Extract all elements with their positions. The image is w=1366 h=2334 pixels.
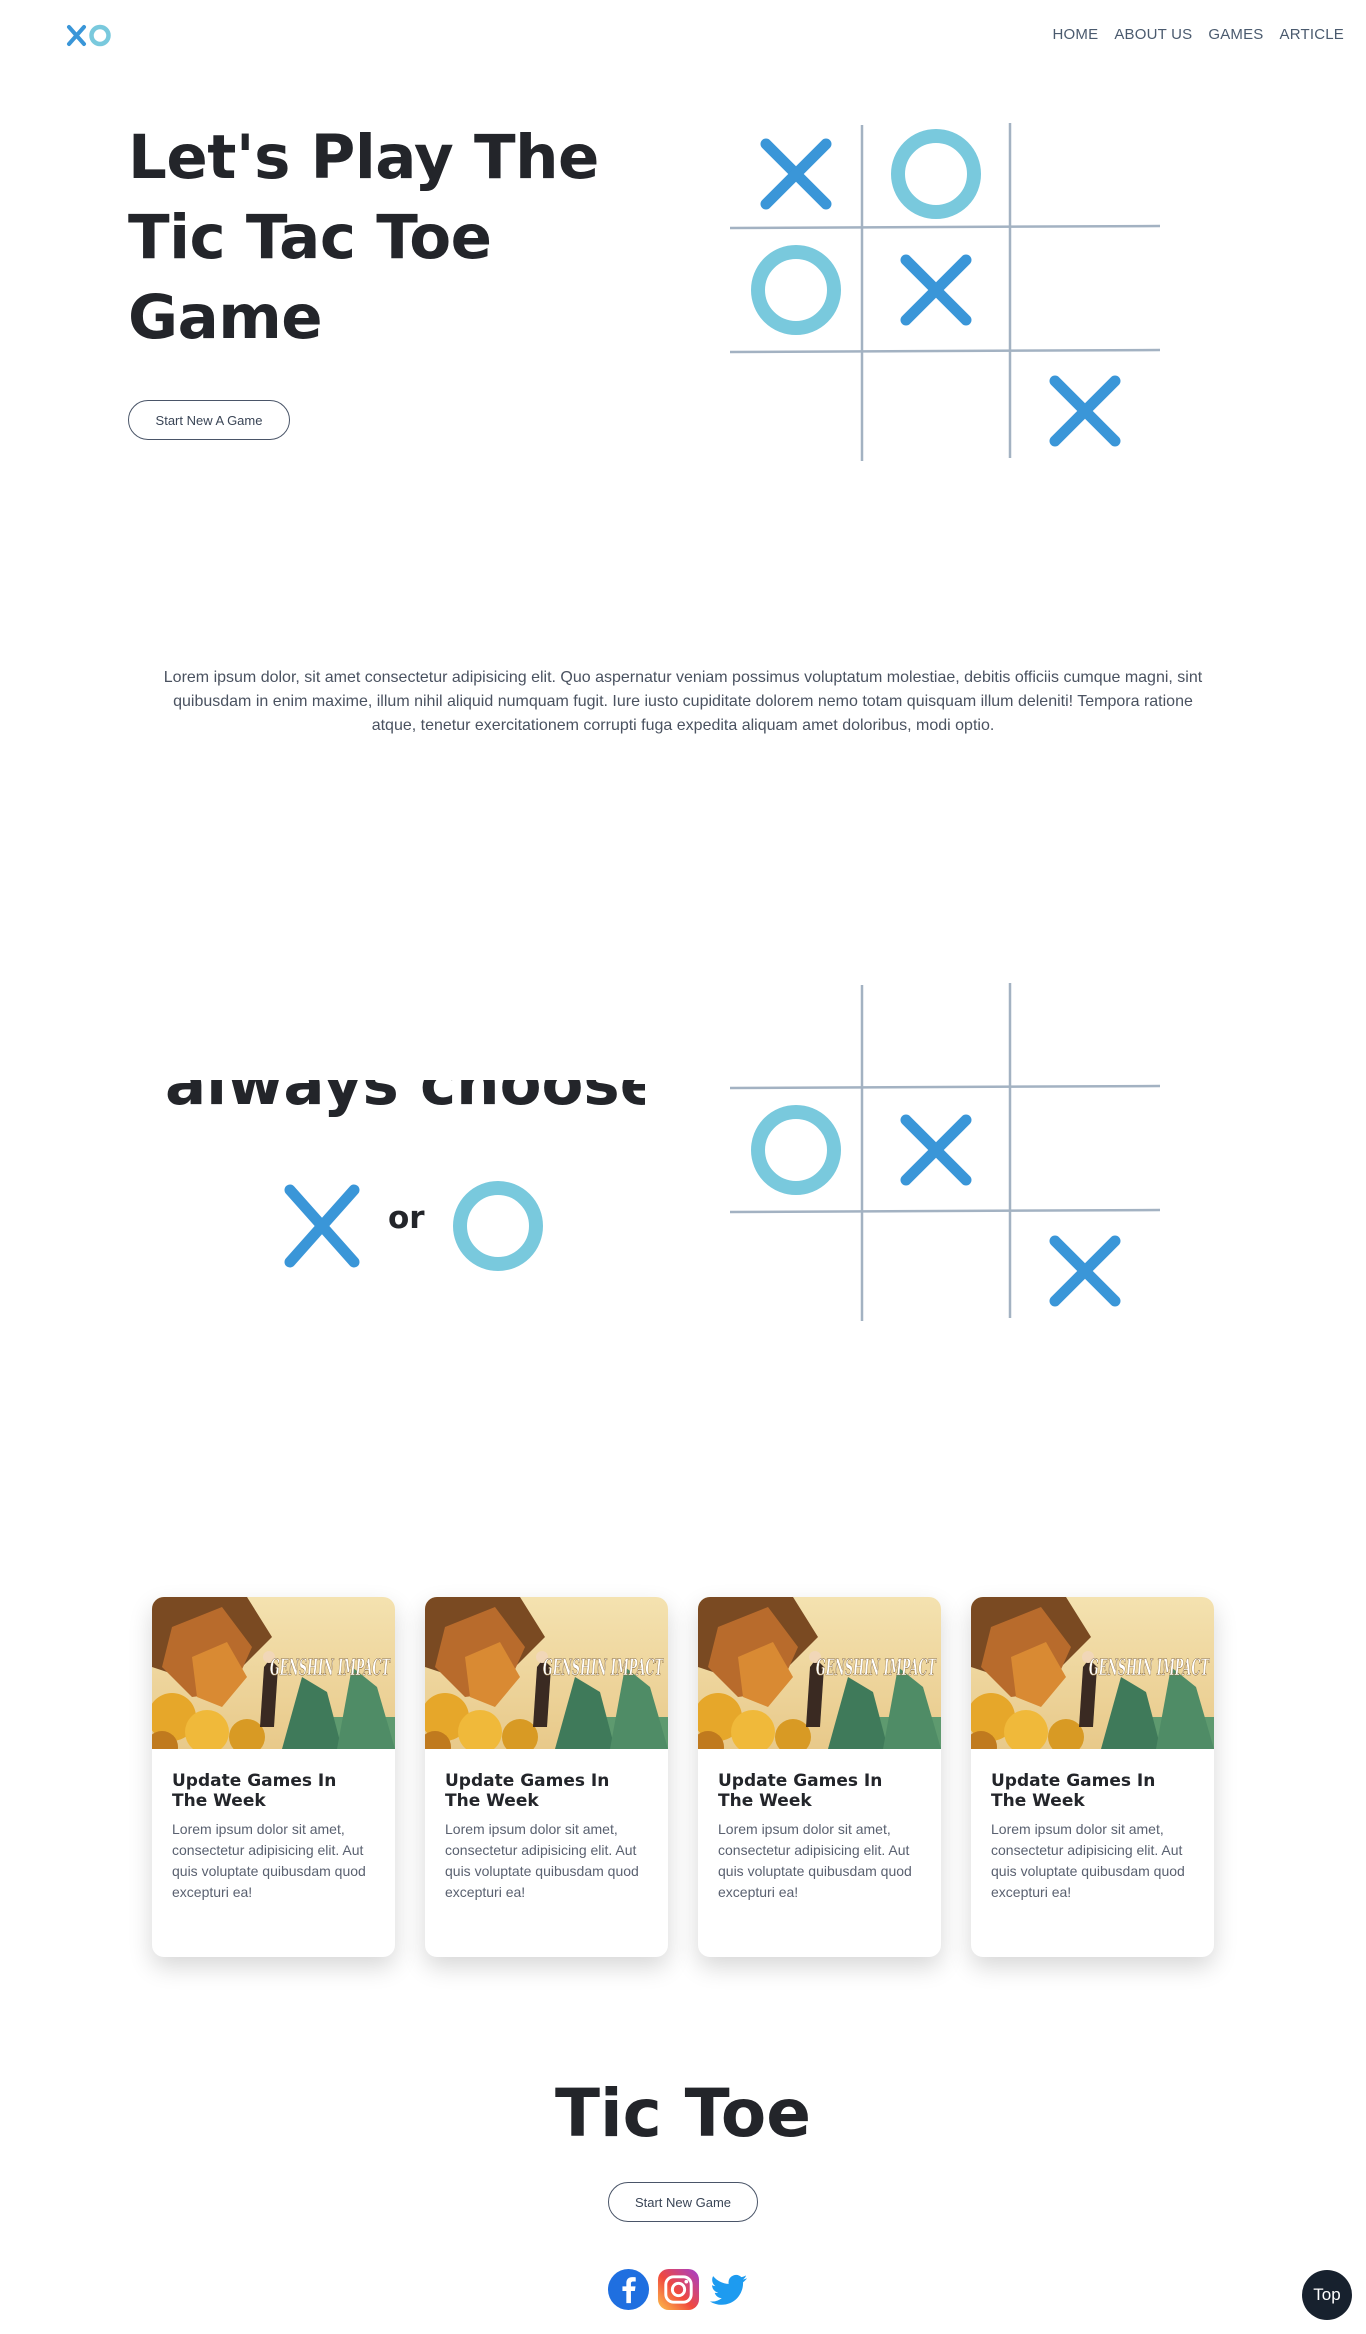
empty-cell[interactable] — [866, 354, 1006, 464]
empty-cell[interactable] — [1014, 1090, 1156, 1206]
o-mark-icon[interactable] — [751, 245, 841, 335]
card-description: Lorem ipsum dolor sit amet, consectetur … — [445, 1821, 639, 1900]
empty-cell[interactable] — [1014, 230, 1156, 346]
empty-cell[interactable] — [866, 982, 1006, 1082]
facebook-icon[interactable] — [607, 2268, 650, 2311]
card-image-logo-text: GENSHIN IMPACT — [816, 1655, 937, 1681]
card-image: GENSHIN IMPACT — [698, 1597, 941, 1749]
start-new-game-button[interactable]: Start New A Game — [128, 400, 290, 440]
empty-cell[interactable] — [734, 354, 858, 464]
grid-line-horizontal — [730, 1084, 1161, 1090]
instagram-icon[interactable] — [657, 2268, 700, 2311]
footer-start-new-game-button[interactable]: Start New Game — [608, 2182, 758, 2222]
game-cards: GENSHIN IMPACT Update Games In The Week Lo… — [152, 1597, 1214, 1957]
game-card[interactable]: GENSHIN IMPACT Update Games In The Week Lo… — [425, 1597, 668, 1957]
card-title: Update Games In The Week — [991, 1771, 1156, 1811]
intro-paragraph: Lorem ipsum dolor, sit amet consectetur … — [163, 669, 1203, 734]
o-mark-icon[interactable] — [751, 1105, 841, 1195]
x-mark-icon[interactable] — [1049, 1235, 1121, 1307]
back-to-top-button[interactable]: Top — [1302, 2270, 1352, 2320]
card-description: Lorem ipsum dolor sit amet, consectetur … — [991, 1821, 1185, 1900]
card-image-logo-text: GENSHIN IMPACT — [543, 1655, 664, 1681]
nav-article-link[interactable]: ARTICLE — [1280, 26, 1344, 43]
card-title: Update Games In The Week — [445, 1771, 610, 1811]
card-image: GENSHIN IMPACT — [152, 1597, 395, 1749]
x-mark-icon[interactable] — [1049, 375, 1121, 447]
twitter-icon[interactable] — [707, 2268, 750, 2311]
x-mark-icon[interactable] — [760, 138, 832, 210]
empty-cell[interactable] — [866, 1214, 1006, 1324]
grid-line-horizontal — [730, 1208, 1161, 1214]
xo-logo-icon[interactable] — [66, 22, 114, 50]
x-mark-icon[interactable] — [900, 254, 972, 326]
card-title: Update Games In The Week — [172, 1771, 337, 1811]
game-card[interactable]: GENSHIN IMPACT Update Games In The Week Lo… — [698, 1597, 941, 1957]
choose-tic-tac-toe-board — [730, 982, 1161, 1324]
game-card[interactable]: GENSHIN IMPACT Update Games In The Week Lo… — [971, 1597, 1214, 1957]
grid-line-horizontal — [730, 348, 1161, 354]
nav-games-link[interactable]: GAMES — [1208, 26, 1263, 43]
empty-cell[interactable] — [734, 1214, 858, 1324]
card-title: Update Games In The Week — [718, 1771, 883, 1811]
o-mark-icon[interactable] — [891, 129, 981, 219]
empty-cell[interactable] — [1014, 122, 1156, 222]
social-links — [607, 2268, 750, 2311]
card-image: GENSHIN IMPACT — [425, 1597, 668, 1749]
empty-cell[interactable] — [1014, 982, 1156, 1082]
game-card[interactable]: GENSHIN IMPACT Update Games In The Week Lo… — [152, 1597, 395, 1957]
card-image-logo-text: GENSHIN IMPACT — [1089, 1655, 1210, 1681]
hero-tic-tac-toe-board — [730, 122, 1161, 464]
choose-heading-text: always choose? — [165, 1080, 645, 1119]
choose-heading: always choose? — [165, 1080, 645, 1128]
choose-o-icon[interactable] — [453, 1181, 543, 1271]
card-image-logo-text: GENSHIN IMPACT — [270, 1655, 391, 1681]
nav-about-us-link[interactable]: ABOUT US — [1114, 26, 1192, 43]
card-description: Lorem ipsum dolor sit amet, consectetur … — [718, 1821, 912, 1900]
nav-home-link[interactable]: HOME — [1053, 26, 1099, 43]
card-image: GENSHIN IMPACT — [971, 1597, 1214, 1749]
choose-x-icon[interactable] — [284, 1184, 360, 1268]
card-description: Lorem ipsum dolor sit amet, consectetur … — [172, 1821, 366, 1900]
main-nav: HOME ABOUT US GAMES ARTICLE — [1053, 26, 1345, 43]
footer-title: Tic Toe — [554, 2075, 812, 2152]
or-label: or — [388, 1200, 425, 1236]
hero-title: Let's Play The Tic Tac Toe Game — [128, 122, 599, 353]
x-mark-icon[interactable] — [900, 1114, 972, 1186]
grid-line-horizontal — [730, 224, 1161, 230]
empty-cell[interactable] — [734, 982, 858, 1082]
